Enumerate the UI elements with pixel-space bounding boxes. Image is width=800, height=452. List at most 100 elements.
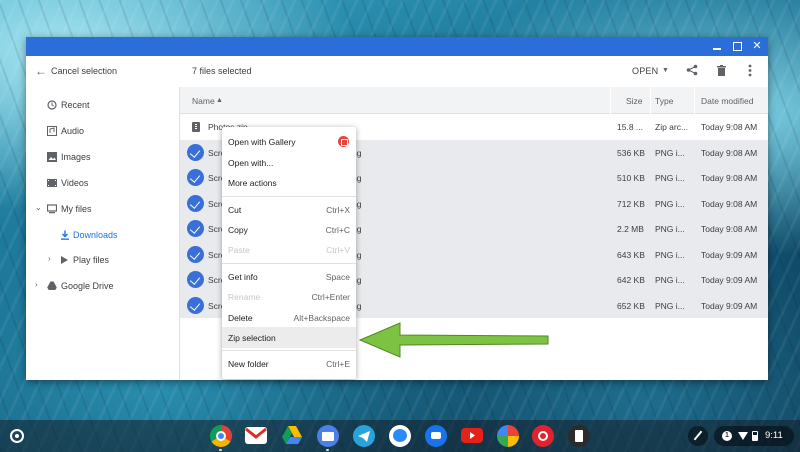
menu-item-get-info[interactable]: Get info Space: [222, 266, 356, 287]
column-header-name[interactable]: Name: [192, 96, 215, 106]
sidebar-item-label: Images: [61, 152, 91, 162]
menu-item-shortcut: Space: [325, 272, 350, 282]
menu-item-label: Get info: [228, 272, 258, 282]
running-indicator: [326, 449, 329, 451]
files-icon[interactable]: [317, 425, 339, 447]
checkmark-icon[interactable]: [187, 143, 204, 161]
zip-file-icon: [192, 122, 200, 132]
menu-item-copy[interactable]: Copy Ctrl+C: [222, 219, 356, 240]
file-date: Today 9:08 AM: [701, 224, 758, 234]
column-header-date[interactable]: Date modified: [701, 96, 753, 106]
computer-icon: [47, 204, 57, 214]
notification-badge: 1: [722, 431, 732, 441]
adobe-icon[interactable]: [532, 425, 554, 447]
launcher-icon[interactable]: [10, 429, 24, 443]
open-button[interactable]: OPEN: [632, 66, 658, 76]
minimize-icon[interactable]: [710, 39, 724, 53]
menu-item-paste: Paste Ctrl+V: [222, 239, 356, 260]
menu-item-open-with[interactable]: Open with...: [222, 152, 356, 173]
file-size: 2.2 MB: [617, 224, 644, 234]
sidebar-item-audio[interactable]: Audio: [26, 120, 180, 142]
sidebar-item-images[interactable]: Images: [26, 146, 180, 168]
sidebar-item-google-drive[interactable]: › Google Drive: [26, 275, 180, 297]
stylus-icon[interactable]: [688, 426, 708, 446]
menu-item-shortcut: Ctrl+C: [325, 225, 350, 235]
back-arrow-icon[interactable]: ←: [35, 65, 47, 77]
checkmark-icon[interactable]: [187, 296, 204, 314]
sort-arrow-icon: ▲: [216, 97, 223, 104]
battery-icon: [752, 431, 758, 441]
menu-item-rename: Rename Ctrl+Enter: [222, 286, 356, 307]
selection-count: 7 files selected: [192, 66, 252, 76]
window-titlebar[interactable]: ✕: [26, 37, 768, 56]
chevron-right-icon[interactable]: ›: [35, 280, 38, 289]
menu-item-delete[interactable]: Delete Alt+Backspace: [222, 307, 356, 328]
more-vert-icon[interactable]: [748, 64, 752, 77]
caret-down-icon[interactable]: ▼: [662, 67, 669, 74]
menu-item-label: Delete: [228, 313, 253, 323]
file-type: PNG i...: [655, 275, 685, 285]
menu-item-shortcut: Ctrl+V: [326, 245, 350, 255]
menu-item-zip-selection[interactable]: Zip selection: [222, 327, 356, 348]
file-type: PNG i...: [655, 249, 685, 260]
running-indicator: [219, 449, 222, 451]
sidebar-item-label: Audio: [61, 126, 85, 136]
messenger-icon[interactable]: [389, 425, 411, 447]
checkmark-icon[interactable]: [187, 271, 204, 288]
clock: 9:11: [765, 430, 783, 441]
telegram-icon[interactable]: [353, 425, 375, 447]
toolbar: ← Cancel selection 7 files selected OPEN…: [26, 56, 768, 87]
sidebar-item-my-files[interactable]: ⌄ My files: [26, 198, 180, 220]
maximize-icon[interactable]: [730, 39, 744, 53]
column-header-type[interactable]: Type: [655, 96, 673, 106]
menu-item-more-actions[interactable]: More actions: [222, 172, 356, 193]
sidebar-item-downloads[interactable]: Downloads: [26, 224, 180, 246]
photos-icon[interactable]: [497, 425, 519, 447]
checkmark-icon[interactable]: [187, 169, 204, 186]
annotation-arrow-icon: [358, 322, 549, 358]
file-date: Today 9:08 AM: [701, 198, 758, 209]
file-size: 712 KB: [617, 198, 645, 209]
checkmark-icon[interactable]: [187, 220, 204, 237]
chevron-down-icon[interactable]: ⌄: [35, 203, 42, 212]
gallery-icon: [338, 136, 349, 147]
menu-item-shortcut: Alt+Backspace: [293, 313, 350, 323]
checkmark-icon[interactable]: [187, 194, 204, 212]
sidebar-item-label: Downloads: [73, 230, 118, 240]
menu-item-new-folder[interactable]: New folder Ctrl+E: [222, 353, 356, 374]
file-size: 643 KB: [617, 249, 645, 260]
file-date: Today 9:08 AM: [701, 122, 758, 132]
status-tray[interactable]: 1 9:11: [714, 426, 794, 446]
chrome-icon[interactable]: [210, 425, 232, 447]
share-icon[interactable]: [686, 64, 698, 76]
column-divider: [610, 87, 611, 114]
sidebar-item-label: My files: [61, 204, 92, 214]
youtube-icon[interactable]: [461, 428, 483, 443]
shelf: 1 9:11: [0, 420, 800, 452]
checkmark-icon[interactable]: [187, 245, 204, 263]
wifi-icon: [738, 432, 748, 440]
chromebook-app-icon[interactable]: [568, 425, 590, 447]
menu-item-cut[interactable]: Cut Ctrl+X: [222, 199, 356, 220]
sidebar-item-label: Recent: [61, 100, 90, 110]
sidebar-item-videos[interactable]: Videos: [26, 172, 180, 194]
close-icon[interactable]: ✕: [750, 39, 764, 53]
file-size: 536 KB: [617, 147, 645, 158]
sidebar-item-label: Play files: [73, 255, 110, 265]
sidebar-item-play-files[interactable]: › Play files: [26, 249, 180, 271]
sidebar-item-label: Videos: [61, 178, 89, 188]
menu-divider: [222, 196, 356, 197]
gmail-icon[interactable]: [245, 427, 267, 444]
file-size: 510 KB: [617, 173, 645, 183]
file-type: PNG i...: [655, 300, 685, 311]
column-header-size[interactable]: Size: [626, 96, 643, 106]
menu-item-open-with-gallery[interactable]: Open with Gallery: [222, 131, 356, 152]
play-files-icon: [61, 256, 68, 264]
chevron-right-icon[interactable]: ›: [48, 254, 51, 263]
trash-icon[interactable]: [717, 65, 726, 76]
cancel-selection-button[interactable]: Cancel selection: [51, 66, 117, 76]
drive-icon[interactable]: [281, 425, 303, 447]
messages-icon[interactable]: [425, 425, 447, 447]
sidebar-item-recent[interactable]: Recent: [26, 94, 180, 116]
file-type: PNG i...: [655, 224, 685, 234]
